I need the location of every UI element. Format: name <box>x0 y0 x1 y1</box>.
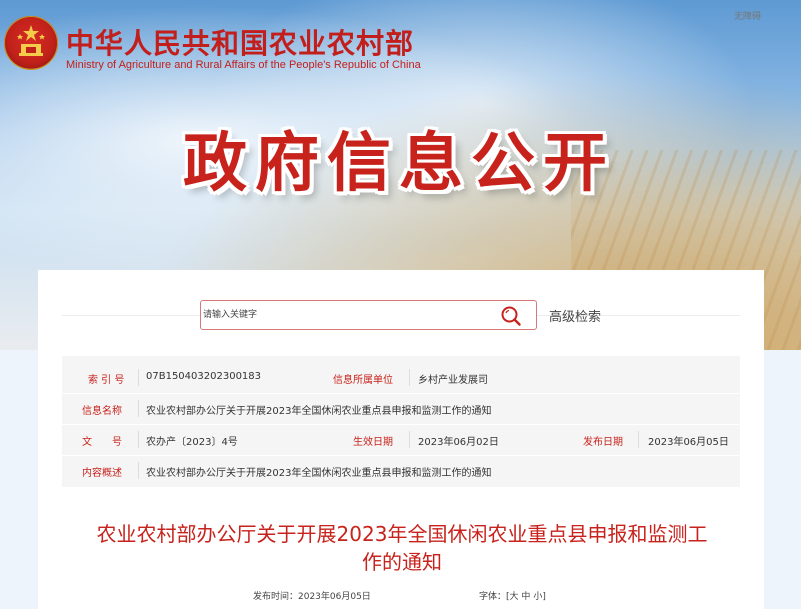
info-row-summary: 内容概述 农业农村部办公厅关于开展2023年全国休闲农业重点县申报和监测工作的通… <box>62 456 740 486</box>
search-icon[interactable] <box>500 305 522 327</box>
divider <box>409 431 410 448</box>
name-value: 农业农村部办公厅关于开展2023年全国休闲农业重点县申报和监测工作的通知 <box>146 406 492 417</box>
article-title: 农业农村部办公厅关于开展2023年全国休闲农业重点县申报和监测工作的通知 <box>96 522 708 574</box>
divider <box>138 400 139 417</box>
font-size-large[interactable]: 大 <box>510 592 519 602</box>
font-size-control: 字体：[大 中 小] <box>479 589 546 602</box>
publish-date-value: 2023年06月05日 <box>648 437 729 448</box>
info-row-name: 信息名称 农业农村部办公厅关于开展2023年全国休闲农业重点县申报和监测工作的通… <box>62 394 740 424</box>
effective-date-label: 生效日期 <box>353 437 393 448</box>
effective-date-value: 2023年06月02日 <box>418 437 499 448</box>
font-size-label: 字体： <box>479 592 507 602</box>
divider <box>138 431 139 448</box>
publish-time: 发布时间：2023年06月05日 <box>253 592 371 602</box>
info-row-index: 索 引 号 07B150403202300183 信息所属单位 乡村产业发展司 <box>62 363 740 393</box>
site-logo-english[interactable]: Ministry of Agriculture and Rural Affair… <box>66 59 421 71</box>
doc-number-value: 农办产〔2023〕4号 <box>146 437 238 448</box>
info-row-docnum: 文 号 农办产〔2023〕4号 生效日期 2023年06月02日 发布日期 20… <box>62 425 740 455</box>
unit-label: 信息所属单位 <box>333 375 393 386</box>
font-size-medium[interactable]: 中 <box>521 592 530 602</box>
summary-label: 内容概述 <box>82 468 122 479</box>
search-box <box>200 300 537 330</box>
divider <box>638 431 639 448</box>
advanced-search-link[interactable]: 高级检索 <box>549 306 601 325</box>
search-input[interactable] <box>203 306 483 324</box>
national-emblem-icon[interactable] <box>4 16 58 70</box>
divider <box>138 369 139 386</box>
banner-title: 政府信息公开 <box>183 126 615 201</box>
summary-value: 农业农村部办公厅关于开展2023年全国休闲农业重点县申报和监测工作的通知 <box>146 468 492 479</box>
publish-date-label: 发布日期 <box>583 437 623 448</box>
index-label: 索 引 号 <box>88 375 125 386</box>
doc-number-label: 文 号 <box>82 437 122 448</box>
info-table: 索 引 号 07B150403202300183 信息所属单位 乡村产业发展司 … <box>62 356 740 487</box>
site-logo-chinese[interactable]: 中华人民共和国农业农村部 <box>66 22 414 62</box>
index-value: 07B150403202300183 <box>146 371 262 382</box>
divider <box>409 369 410 386</box>
font-size-small[interactable]: 小 <box>533 592 542 602</box>
font-bracket-close: ] <box>542 592 546 602</box>
divider <box>138 462 139 479</box>
name-label: 信息名称 <box>82 406 122 417</box>
unit-value: 乡村产业发展司 <box>418 375 488 386</box>
accessibility-link[interactable]: 无障碍 <box>734 9 761 22</box>
